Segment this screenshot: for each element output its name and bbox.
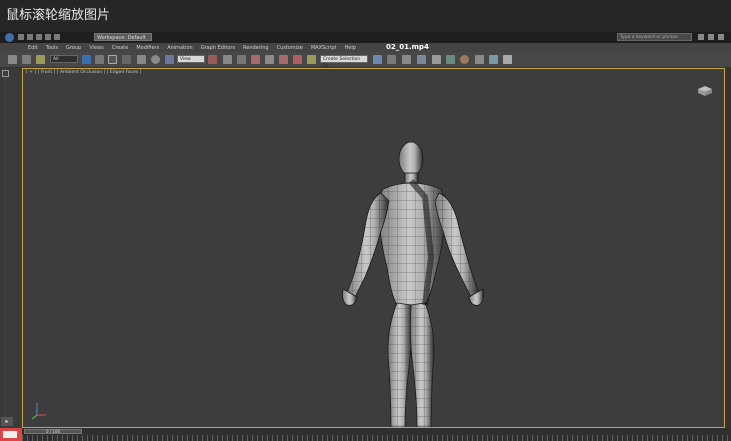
graphite-tools-icon[interactable] (417, 55, 426, 64)
menu-customize[interactable]: Customize (277, 45, 303, 51)
viewport-menu-icon[interactable] (2, 70, 9, 77)
angle-snap-icon[interactable] (265, 55, 274, 64)
quick-access-toolbar (18, 34, 60, 40)
render-setup-icon[interactable] (475, 55, 484, 64)
menu-rendering[interactable]: Rendering (243, 45, 269, 51)
window-crossing-icon[interactable] (122, 55, 131, 64)
timeline-ruler[interactable] (22, 435, 731, 441)
material-editor-icon[interactable] (460, 55, 469, 64)
selection-filter-select[interactable]: All (50, 55, 78, 63)
menu-tools[interactable]: Tools (46, 45, 58, 51)
front-viewport[interactable]: [ + ] [ Front ] [ Ambient Occlusion ] [ … (22, 68, 725, 428)
snap-toggle-icon[interactable] (251, 55, 260, 64)
spinner-snap-icon[interactable] (293, 55, 302, 64)
maximize-icon[interactable] (708, 34, 714, 40)
timeline-left-button[interactable] (0, 428, 22, 441)
right-panel (725, 68, 731, 428)
open-file-icon[interactable] (27, 34, 33, 40)
undo-tool-icon[interactable] (8, 55, 17, 64)
redo-icon[interactable] (54, 34, 60, 40)
expand-arrow-icon[interactable]: ▸ (1, 417, 13, 426)
mirror-icon[interactable] (373, 55, 382, 64)
link-icon[interactable] (36, 55, 45, 64)
rect-selection-icon[interactable] (108, 55, 117, 64)
character-mesh[interactable] (325, 137, 501, 428)
align-icon[interactable] (387, 55, 396, 64)
pivot-icon[interactable] (208, 55, 217, 64)
menu-maxscript[interactable]: MAXScript (311, 45, 337, 51)
new-file-icon[interactable] (18, 34, 24, 40)
menu-modifiers[interactable]: Modifiers (136, 45, 159, 51)
menu-bar: Edit Tools Group Views Create Modifiers … (0, 43, 731, 52)
schematic-view-icon[interactable] (446, 55, 455, 64)
viewcube-icon[interactable] (696, 85, 714, 97)
overlay-title: 鼠标滚轮缩放图片 (0, 0, 731, 32)
select-manipulate-icon[interactable] (223, 55, 232, 64)
main-toolbar: All View Create Selection Se (0, 52, 731, 69)
left-divider (5, 68, 6, 428)
edit-named-selection-icon[interactable] (307, 55, 316, 64)
workspace-select[interactable]: Workspace: Default (94, 33, 152, 41)
render-production-icon[interactable] (503, 55, 512, 64)
save-file-icon[interactable] (36, 34, 42, 40)
redo-tool-icon[interactable] (22, 55, 31, 64)
menu-views[interactable]: Views (89, 45, 103, 51)
search-input[interactable]: Type a keyword or phrase (617, 33, 692, 41)
timeline: 0 / 100 (0, 428, 731, 441)
viewport-label[interactable]: [ + ] [ Front ] [ Ambient Occlusion ] [ … (26, 70, 141, 75)
menu-animation[interactable]: Animation (167, 45, 193, 51)
reference-coord-select[interactable]: View (177, 55, 205, 63)
menu-edit[interactable]: Edit (28, 45, 38, 51)
undo-icon[interactable] (45, 34, 51, 40)
app-window: Workspace: Default Type a keyword or phr… (0, 32, 731, 441)
scale-icon[interactable] (165, 55, 174, 64)
layer-manager-icon[interactable] (402, 55, 411, 64)
close-icon[interactable] (718, 34, 724, 40)
menu-graph-editors[interactable]: Graph Editors (201, 45, 235, 51)
curve-editor-icon[interactable] (432, 55, 441, 64)
rendered-frame-icon[interactable] (489, 55, 498, 64)
menu-create[interactable]: Create (112, 45, 129, 51)
title-bar: Workspace: Default Type a keyword or phr… (0, 32, 731, 43)
percent-snap-icon[interactable] (279, 55, 288, 64)
select-by-name-icon[interactable] (95, 55, 104, 64)
menu-group[interactable]: Group (66, 45, 81, 51)
move-icon[interactable] (137, 55, 146, 64)
app-logo-icon[interactable] (5, 33, 14, 42)
axis-gizmo-icon (31, 403, 46, 420)
menu-help[interactable]: Help (345, 45, 356, 51)
window-controls (698, 34, 724, 40)
keyboard-shortcut-icon[interactable] (237, 55, 246, 64)
left-panel: ▸ (0, 68, 23, 428)
named-selection-select[interactable]: Create Selection Se (320, 55, 368, 69)
time-slider[interactable]: 0 / 100 (24, 429, 82, 434)
video-filename: 02_01.mp4 (386, 43, 429, 51)
minimize-icon[interactable] (698, 34, 704, 40)
rotate-icon[interactable] (151, 55, 160, 64)
select-object-icon[interactable] (82, 55, 91, 64)
